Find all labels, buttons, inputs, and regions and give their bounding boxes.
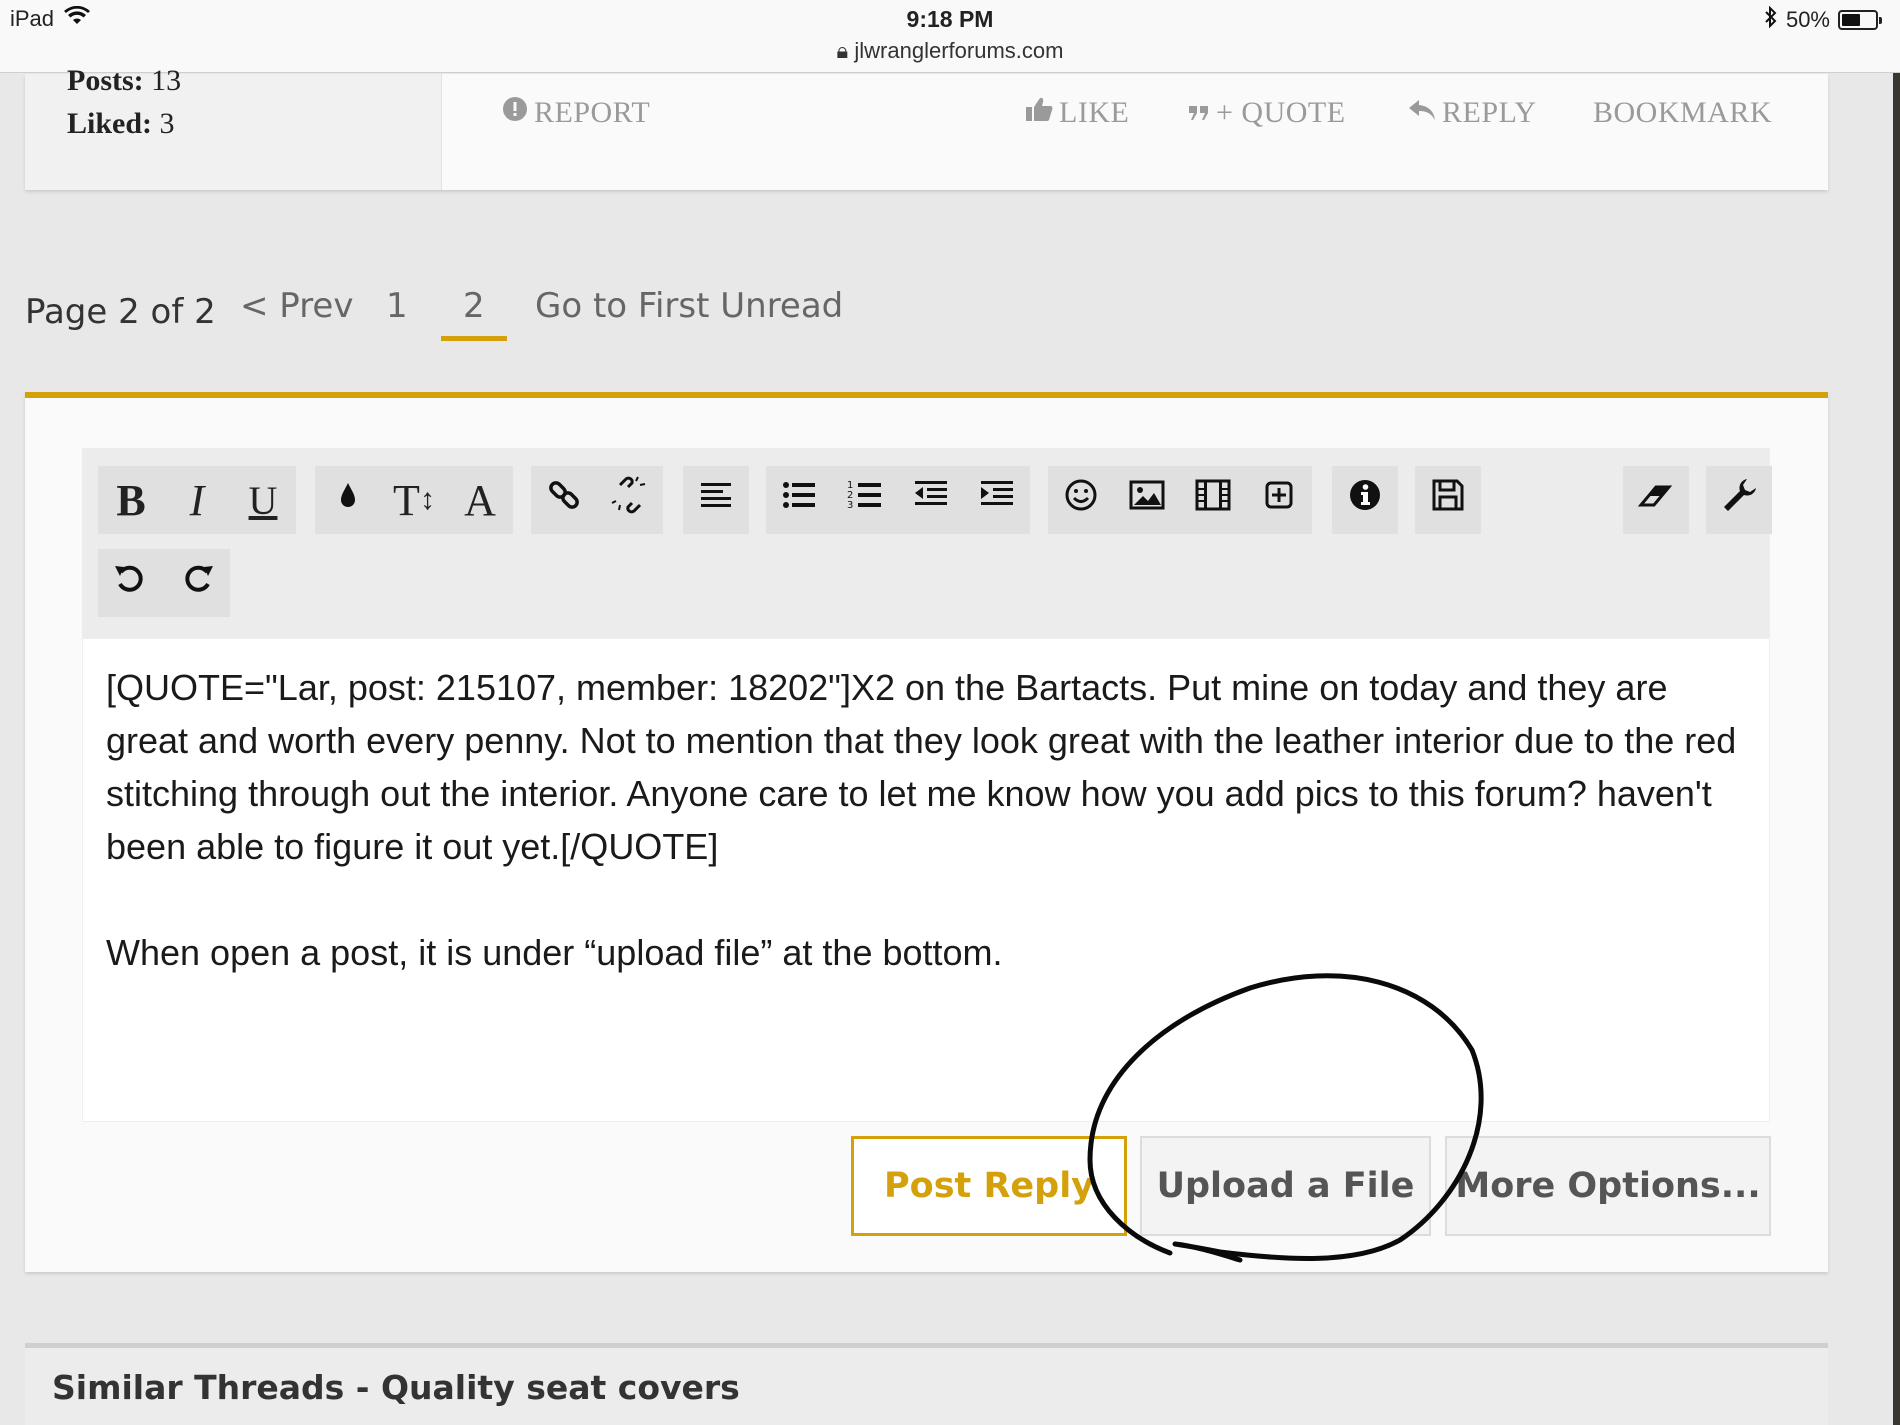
image-icon xyxy=(1127,475,1167,526)
editor-reply-paragraph: When open a post, it is under “upload fi… xyxy=(106,932,1003,973)
outdent-icon xyxy=(911,475,951,526)
droplet-icon xyxy=(328,475,368,526)
info-icon xyxy=(1345,475,1385,526)
report-link[interactable]: REPORT xyxy=(502,96,650,130)
undo-button[interactable] xyxy=(98,549,164,617)
alert-icon xyxy=(502,96,528,130)
toggle-bbcode-button[interactable] xyxy=(1706,466,1772,534)
text-color-button[interactable] xyxy=(315,466,381,534)
user-stats: Posts: 13 Liked: 3 xyxy=(25,64,442,190)
bluetooth-icon xyxy=(1764,5,1778,34)
reply-link[interactable]: REPLY xyxy=(1408,96,1537,130)
toolbar-info-group xyxy=(1332,466,1398,534)
insert-image-button[interactable] xyxy=(1114,466,1180,534)
numbered-list-button[interactable]: 123 xyxy=(832,466,898,534)
lock-icon: 🔒︎ xyxy=(836,38,849,63)
toolbar-draft-group xyxy=(1415,466,1481,534)
page-link-1[interactable]: 1 xyxy=(386,286,408,326)
underline-button[interactable]: U xyxy=(230,466,296,534)
status-right: 50% xyxy=(1764,5,1882,34)
insert-media-button[interactable] xyxy=(1180,466,1246,534)
posts-stat: Posts: 13 xyxy=(67,64,182,97)
page-indicator: Page 2 of 2 xyxy=(25,292,216,332)
prev-page-link[interactable]: < Prev xyxy=(240,286,353,326)
plus-square-icon xyxy=(1259,475,1299,526)
bold-button[interactable]: B xyxy=(98,466,164,534)
reply-arrow-icon xyxy=(1408,96,1436,130)
more-options-button[interactable]: More Options... xyxy=(1445,1136,1771,1236)
editor-toolbar: B I U T ↕ A 1 2 3 xyxy=(82,448,1772,638)
redo-icon xyxy=(177,558,217,609)
post-footer: Posts: 13 Liked: 3 REPORT LIKE + QUOTE R… xyxy=(25,64,1828,190)
bullet-list-button[interactable] xyxy=(766,466,832,534)
redo-button[interactable] xyxy=(164,549,230,617)
quote-link[interactable]: + QUOTE xyxy=(1188,96,1346,130)
toolbar-history-group xyxy=(98,549,230,617)
like-link[interactable]: LIKE xyxy=(1025,96,1129,130)
align-left-icon xyxy=(696,475,736,526)
toolbar-list-group: 123 xyxy=(766,466,1030,534)
bookmark-link[interactable]: BOOKMARK xyxy=(1593,96,1772,130)
numbered-list-icon: 123 xyxy=(845,475,885,526)
clock: 9:18 PM xyxy=(906,6,994,32)
toolbar-clear-group xyxy=(1623,466,1689,534)
film-icon xyxy=(1193,475,1233,526)
link-icon xyxy=(544,475,584,526)
thumbs-up-icon xyxy=(1025,96,1053,130)
background-edge xyxy=(1893,73,1900,1425)
indent-button[interactable] xyxy=(964,466,1030,534)
bullet-list-icon xyxy=(779,475,819,526)
link-button[interactable] xyxy=(531,466,597,534)
status-bar: iPad 9:18 PM 🔒︎ jlwranglerforums.com 50% xyxy=(0,0,1900,73)
quote-icon xyxy=(1188,96,1210,130)
italic-button[interactable]: I xyxy=(164,466,230,534)
info-button[interactable] xyxy=(1332,466,1398,534)
page-link-2[interactable]: 2 xyxy=(441,286,507,341)
upload-file-button[interactable]: Upload a File xyxy=(1140,1136,1431,1236)
message-editor[interactable]: [QUOTE="Lar, post: 215107, member: 18202… xyxy=(82,638,1770,1122)
battery-percent: 50% xyxy=(1785,7,1830,32)
similar-threads-section: Similar Threads - Quality seat covers xyxy=(25,1343,1828,1425)
unlink-icon xyxy=(610,475,650,526)
toolbar-text-style-group: B I U xyxy=(98,466,296,534)
similar-threads-title: Similar Threads - Quality seat covers xyxy=(52,1368,740,1407)
address-bar[interactable]: 🔒︎ jlwranglerforums.com xyxy=(0,38,1900,64)
size-arrows-icon: ↕ xyxy=(419,483,435,516)
post-reply-button[interactable]: Post Reply xyxy=(851,1136,1127,1236)
font-family-button[interactable]: A xyxy=(447,466,513,534)
eraser-icon xyxy=(1636,475,1676,526)
undo-icon xyxy=(111,558,151,609)
liked-stat: Liked: 3 xyxy=(67,107,175,140)
battery-icon xyxy=(1838,10,1882,30)
unlink-button[interactable] xyxy=(597,466,663,534)
url-text: jlwranglerforums.com xyxy=(854,38,1064,63)
toolbar-align-group xyxy=(683,466,749,534)
save-draft-button[interactable] xyxy=(1415,466,1481,534)
floppy-disk-icon xyxy=(1428,475,1468,526)
font-size-button[interactable]: T ↕ xyxy=(381,466,447,534)
align-button[interactable] xyxy=(683,466,749,534)
first-unread-link[interactable]: Go to First Unread xyxy=(535,286,843,326)
wrench-icon xyxy=(1719,475,1759,526)
toolbar-insert-group xyxy=(1048,466,1312,534)
outdent-button[interactable] xyxy=(898,466,964,534)
smiley-icon xyxy=(1061,475,1101,526)
remove-formatting-button[interactable] xyxy=(1623,466,1689,534)
quick-reply-panel: B I U T ↕ A 1 2 3 [QUOTE="Lar, post: 215… xyxy=(25,392,1828,1272)
smilie-button[interactable] xyxy=(1048,466,1114,534)
insert-more-button[interactable] xyxy=(1246,466,1312,534)
svg-text:3: 3 xyxy=(847,500,853,511)
editor-quote-paragraph: [QUOTE="Lar, post: 215107, member: 18202… xyxy=(106,667,1737,867)
toolbar-bbcode-group xyxy=(1706,466,1772,534)
toolbar-font-group: T ↕ A xyxy=(315,466,513,534)
indent-icon xyxy=(977,475,1017,526)
toolbar-link-group xyxy=(531,466,663,534)
